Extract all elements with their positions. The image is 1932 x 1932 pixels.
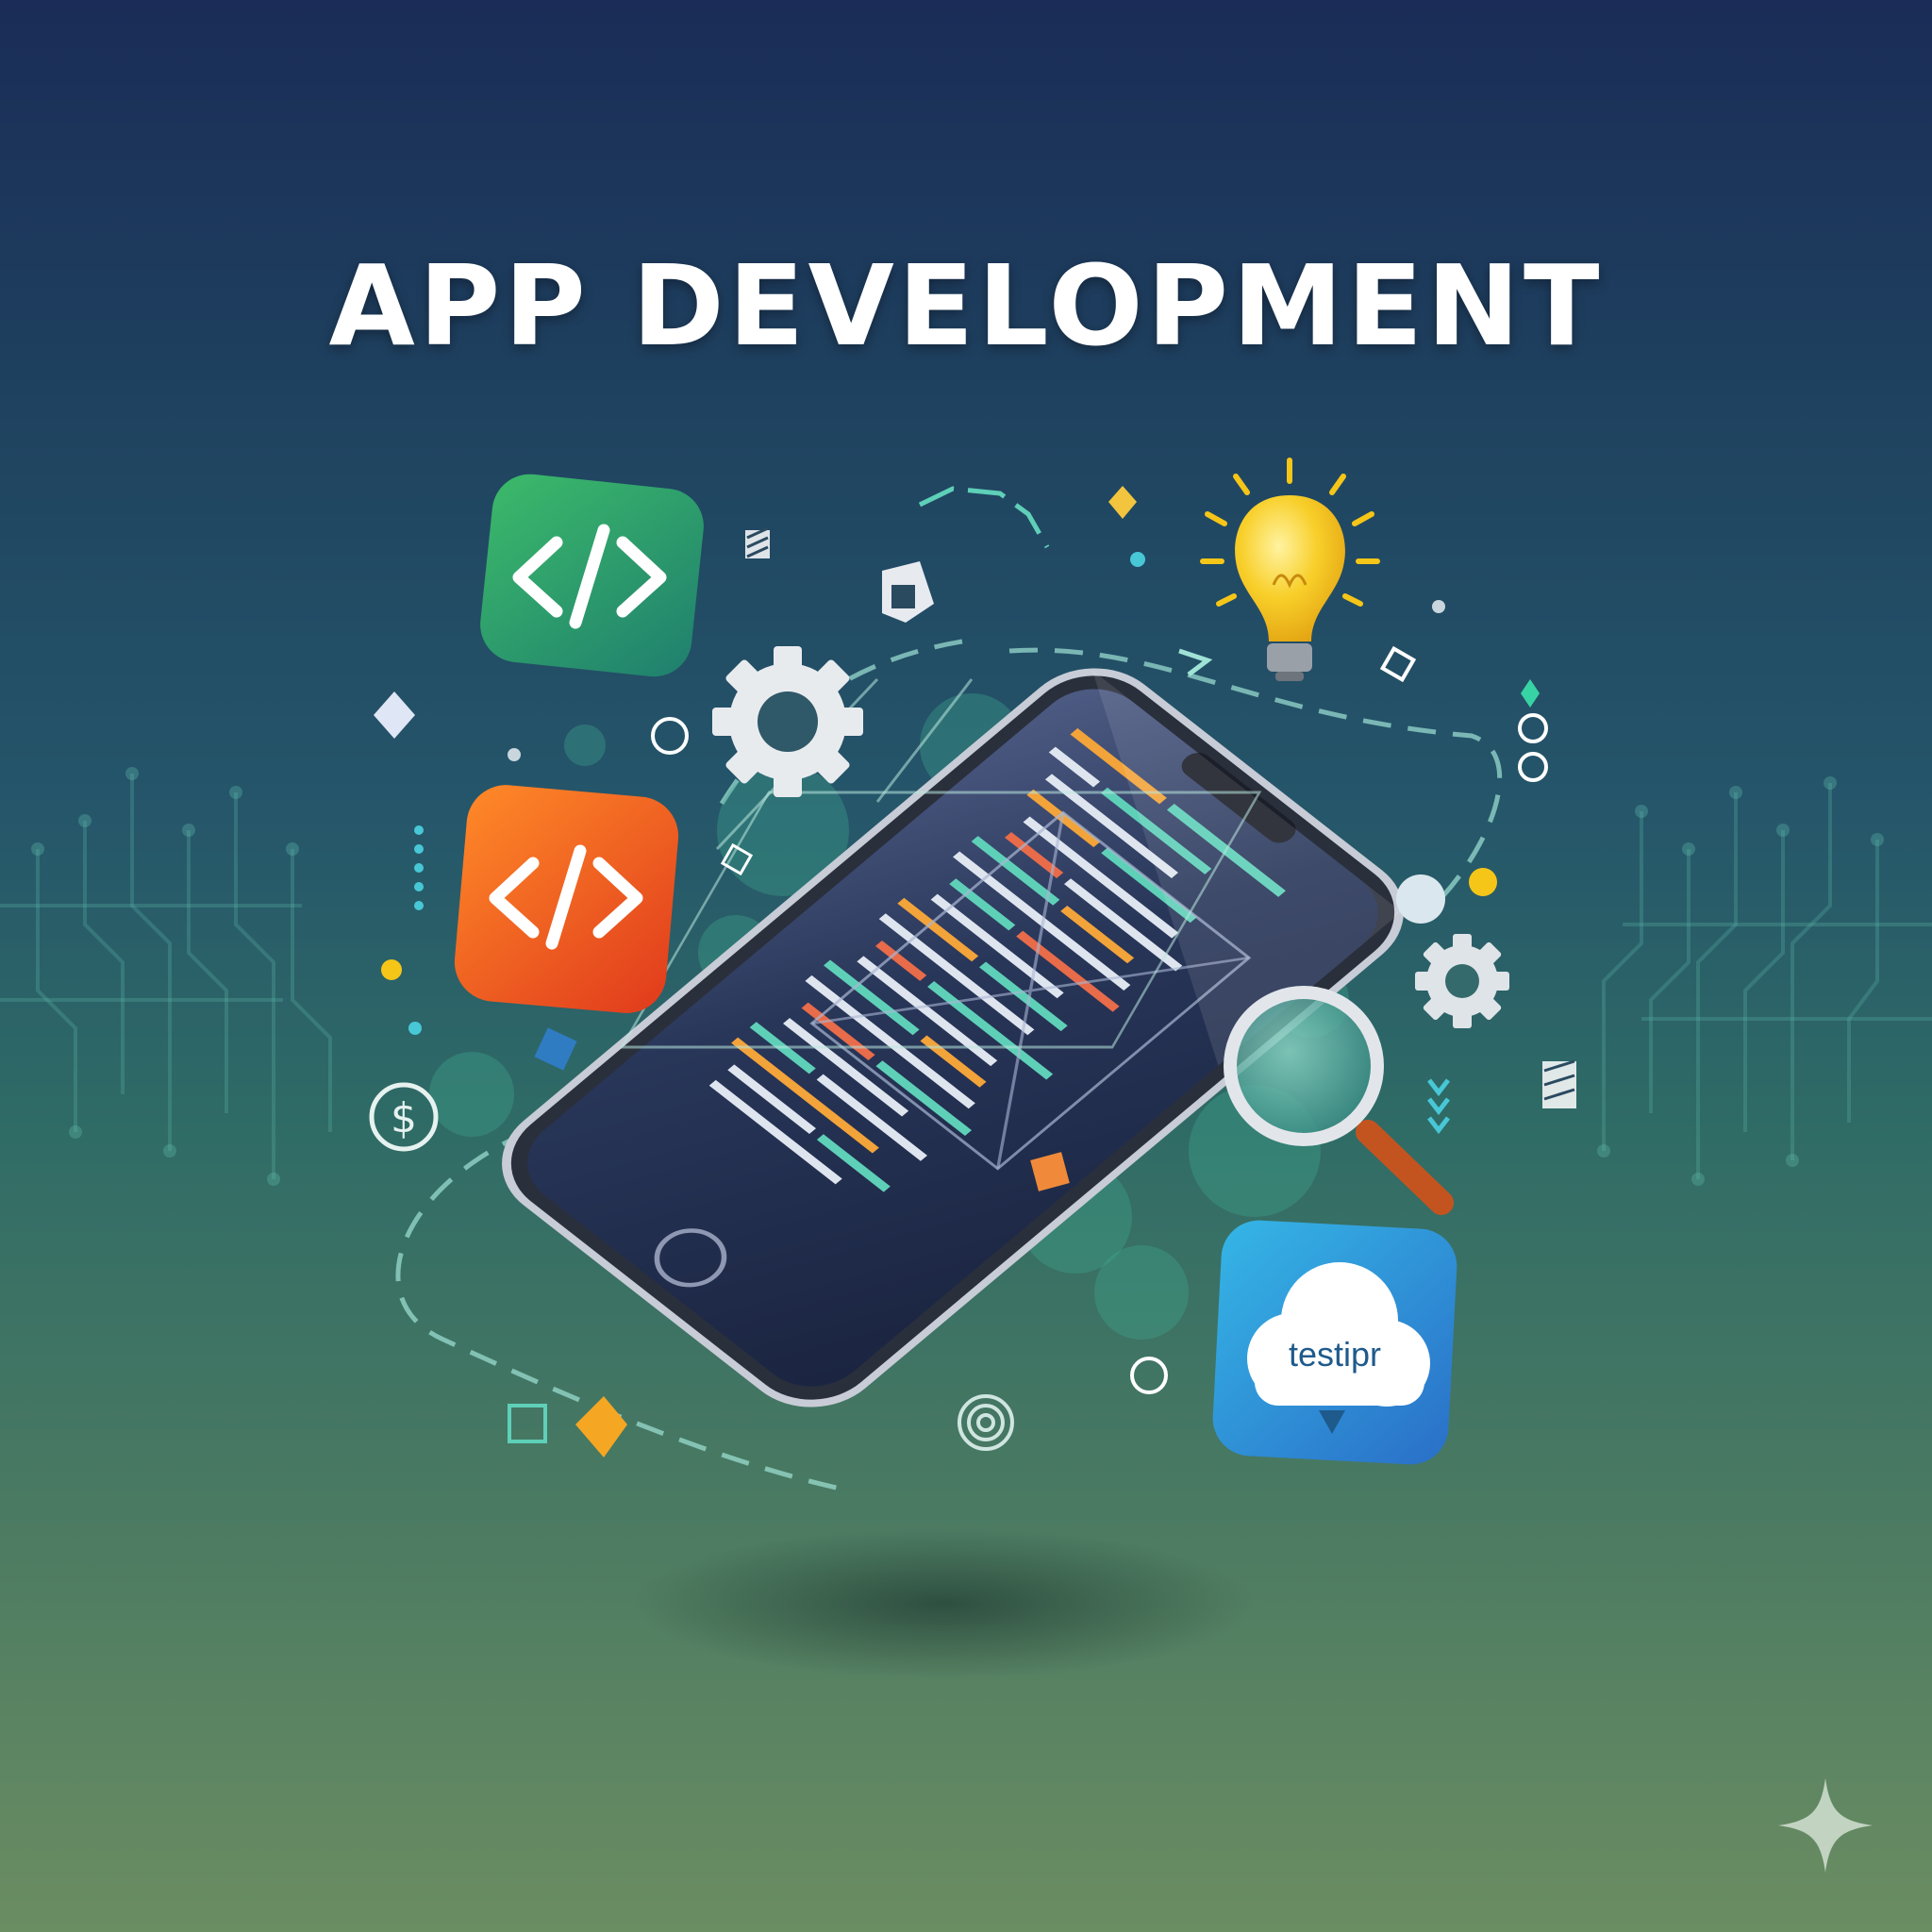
svg-text:$: $: [391, 1094, 417, 1142]
code-badge-green: [480, 474, 704, 677]
cloud-badge-text: testipr: [1289, 1335, 1381, 1374]
illustration: testipr $: [0, 458, 1932, 1679]
gear-icon: [1415, 934, 1509, 1028]
dollar-icon: $: [369, 1082, 439, 1152]
code-badge-orange: [454, 785, 679, 1013]
cloud-badge: testipr: [1212, 1220, 1457, 1465]
orbit-arrow: [1178, 648, 1213, 676]
sparkle-icon: [1778, 1778, 1873, 1873]
phone-shadow: [632, 1528, 1255, 1679]
gear-icon: [712, 646, 863, 797]
lightbulb-icon: [1200, 458, 1380, 681]
